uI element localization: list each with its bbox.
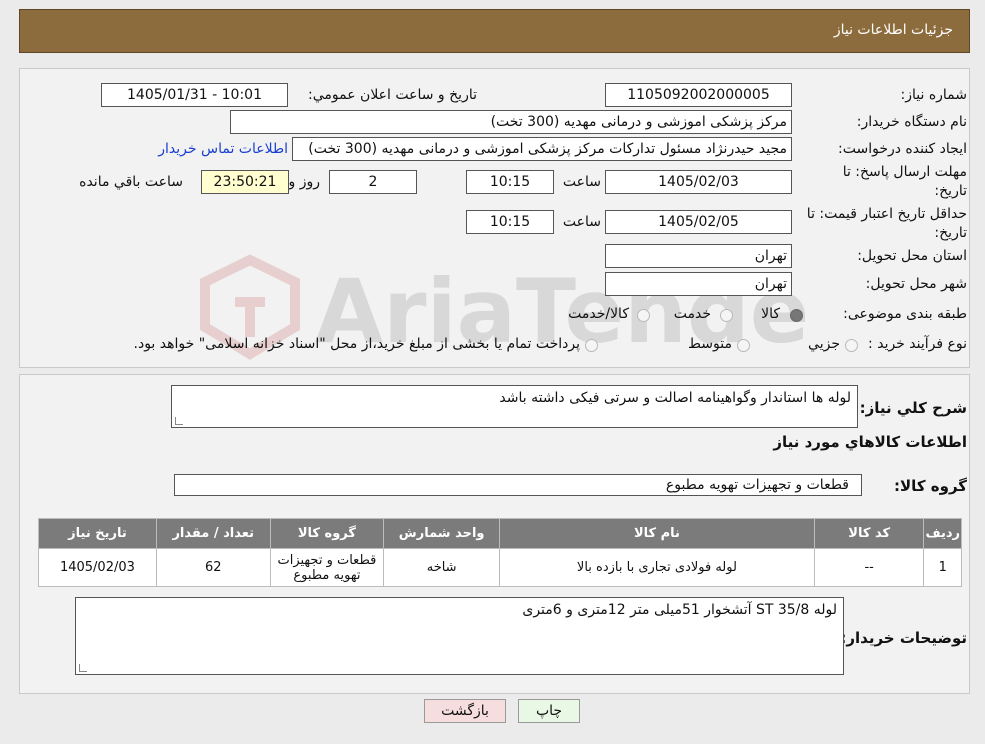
remaining-time-field: 23:50:21 bbox=[201, 170, 289, 194]
process-radio-medium[interactable] bbox=[737, 339, 750, 352]
table-header-row-number: رديف bbox=[923, 518, 962, 549]
process-radio-minor[interactable] bbox=[845, 339, 858, 352]
category-radio-service[interactable] bbox=[720, 309, 733, 322]
table-header-quantity: تعداد / مقدار bbox=[155, 518, 271, 549]
table-row[interactable]: 1 -- لوله فولادی تجاری با بازده بالا شاخ… bbox=[38, 548, 962, 587]
contact-buyer-link[interactable]: اطلاعات تماس خريدار bbox=[158, 141, 288, 157]
remaining-label: ساعت باقي مانده bbox=[79, 174, 183, 190]
table-cell-row-number: 1 bbox=[923, 548, 962, 587]
days-remaining-field: 2 bbox=[329, 170, 417, 194]
summary-textarea[interactable]: لوله ها استاندار وگواهینامه اصالت و سرتی… bbox=[171, 385, 858, 428]
goods-info-title: اطلاعات کالاهاي مورد نياز bbox=[773, 433, 967, 451]
city-label: شهر محل تحويل: bbox=[865, 276, 967, 292]
goods-table: رديف کد کالا نام کالا واحد شمارش گروه کا… bbox=[38, 518, 962, 587]
table-cell-name: لوله فولادی تجاری با بازده بالا bbox=[499, 548, 815, 587]
page-header: جزئیات اطلاعات نیاز bbox=[19, 9, 970, 53]
category-label: طبقه بندی موضوعی: bbox=[843, 306, 967, 322]
summary-text: لوله ها استاندار وگواهینامه اصالت و سرتی… bbox=[499, 390, 851, 406]
process-note: پرداخت تمام يا بخشی از مبلغ خريد،از محل … bbox=[133, 336, 580, 352]
process-option-medium: متوسط bbox=[688, 336, 732, 352]
table-header-unit: واحد شمارش bbox=[383, 518, 501, 549]
back-button[interactable]: بازگشت bbox=[424, 699, 506, 723]
need-number-label: شماره نیاز: bbox=[900, 87, 968, 103]
days-label: روز و bbox=[288, 174, 321, 190]
goods-table-wrapper: رديف کد کالا نام کالا واحد شمارش گروه کا… bbox=[38, 518, 966, 587]
validity-date-field: 1405/02/05 bbox=[605, 210, 792, 234]
province-label: استان محل تحويل: bbox=[857, 248, 967, 264]
page-title: جزئیات اطلاعات نیاز bbox=[833, 22, 953, 38]
deadline-date-field: 1405/02/03 bbox=[605, 170, 792, 194]
table-header-need-date: تاريخ نياز bbox=[38, 518, 157, 549]
buyer-notes-label: توضيحات خريدار: bbox=[840, 629, 967, 647]
table-cell-unit: شاخه bbox=[383, 548, 501, 587]
announce-label: تاريخ و ساعت اعلان عمومي: bbox=[308, 87, 477, 103]
process-label: نوع فرآيند خريد : bbox=[868, 336, 967, 352]
process-checkbox-treasury[interactable] bbox=[585, 339, 598, 352]
announce-field: 1405/01/31 - 10:01 bbox=[101, 83, 288, 107]
table-cell-need-date: 1405/02/03 bbox=[38, 548, 157, 587]
resize-grip-icon[interactable] bbox=[175, 417, 183, 425]
summary-label: شرح کلي نياز: bbox=[859, 399, 967, 417]
city-field: تهران bbox=[605, 272, 792, 296]
deadline-label-line2: تاريخ: bbox=[934, 183, 967, 199]
creator-field: مجید حیدرنژاد مسئول تداركات مرکز پزشکی ا… bbox=[292, 137, 792, 161]
goods-group-field: قطعات و تجهیزات تهویه مطبوع bbox=[174, 474, 862, 496]
goods-group-label: گروه کالا: bbox=[894, 477, 967, 495]
buyer-notes-textarea[interactable]: لوله ST 35/8 آتشخوار 51میلی متر 12متری و… bbox=[75, 597, 844, 675]
deadline-time-field: 10:15 bbox=[466, 170, 554, 194]
category-option-goods: کالا bbox=[761, 306, 780, 322]
resize-grip-icon[interactable] bbox=[79, 664, 87, 672]
creator-label: ايجاد کننده درخواست: bbox=[838, 141, 967, 157]
table-cell-quantity: 62 bbox=[155, 548, 271, 587]
table-cell-code: -- bbox=[813, 548, 925, 587]
deadline-time-label: ساعت bbox=[562, 174, 601, 190]
validity-label-line1: حداقل تاريخ اعتبار قيمت: تا bbox=[806, 206, 967, 222]
print-button[interactable]: چاپ bbox=[518, 699, 580, 723]
category-radio-goods-service[interactable] bbox=[637, 309, 650, 322]
table-header-name: نام کالا bbox=[499, 518, 815, 549]
validity-label-line2: تاريخ: bbox=[934, 225, 967, 241]
table-header-group: گروه کالا bbox=[269, 518, 385, 549]
category-option-goods-service: کالا/خدمت bbox=[568, 306, 629, 322]
buyer-org-field: مرکز پزشکی اموزشی و درمانی مهدیه (300 تخ… bbox=[230, 110, 792, 134]
buyer-org-label: نام دستگاه خريدار: bbox=[856, 114, 967, 130]
category-radio-goods[interactable] bbox=[790, 309, 803, 322]
process-option-minor: جزيي bbox=[808, 336, 840, 352]
buyer-notes-text: لوله ST 35/8 آتشخوار 51میلی متر 12متری و… bbox=[522, 602, 837, 618]
table-header-code: کد کالا bbox=[813, 518, 925, 549]
deadline-label-line1: مهلت ارسال پاسخ: تا bbox=[842, 164, 967, 180]
category-option-service: خدمت bbox=[673, 306, 711, 322]
validity-time-field: 10:15 bbox=[466, 210, 554, 234]
need-number-field: 1105092002000005 bbox=[605, 83, 792, 107]
validity-time-label: ساعت bbox=[562, 214, 601, 230]
province-field: تهران bbox=[605, 244, 792, 268]
table-header-row: رديف کد کالا نام کالا واحد شمارش گروه کا… bbox=[38, 518, 962, 549]
table-cell-group: قطعات و تجهیزات تهویه مطبوع bbox=[269, 548, 385, 587]
